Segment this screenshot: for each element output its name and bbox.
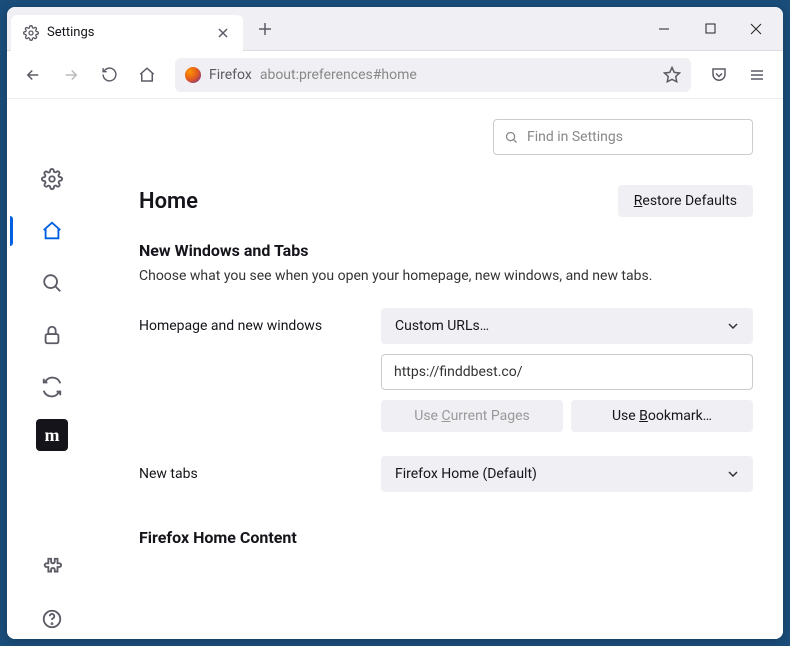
navigation-toolbar: Firefox about:preferences#home [7, 51, 783, 99]
restore-defaults-button[interactable]: Restore Defaults [618, 185, 753, 217]
sidebar-item-sync[interactable] [32, 367, 72, 407]
content-area: m Find in Settings Home Restore Defaults [7, 99, 783, 639]
browser-window: Settings [7, 7, 783, 639]
select-value: Firefox Home (Default) [395, 466, 537, 482]
sidebar-item-privacy[interactable] [32, 315, 72, 355]
sidebar-item-extensions[interactable] [32, 547, 72, 587]
search-placeholder: Find in Settings [527, 129, 623, 145]
home-button[interactable] [131, 59, 163, 91]
back-button[interactable] [17, 59, 49, 91]
section-description: Choose what you see when you open your h… [139, 268, 753, 284]
use-bookmark-button[interactable]: Use Bookmark… [571, 400, 753, 432]
minimize-button[interactable] [641, 13, 687, 45]
close-button[interactable] [733, 13, 779, 45]
find-in-settings-input[interactable]: Find in Settings [493, 119, 753, 155]
window-controls [641, 13, 779, 45]
sidebar-item-home[interactable] [32, 211, 72, 251]
maximize-button[interactable] [687, 13, 733, 45]
firefox-icon [185, 67, 201, 83]
newtabs-mode-select[interactable]: Firefox Home (Default) [381, 456, 753, 492]
reload-button[interactable] [93, 59, 125, 91]
page-title: Home [139, 189, 198, 214]
close-icon[interactable] [215, 25, 231, 41]
sidebar-item-more-mozilla[interactable]: m [36, 419, 68, 451]
new-tab-button[interactable] [251, 15, 279, 43]
chevron-down-icon [727, 468, 739, 480]
section-title-2: Firefox Home Content [139, 528, 753, 547]
urlbar-url: about:preferences#home [260, 67, 655, 83]
use-current-pages-button: Use Current Pages [381, 400, 563, 432]
sidebar-item-general[interactable] [32, 159, 72, 199]
preferences-main: Find in Settings Home Restore Defaults N… [97, 99, 783, 639]
section-title: New Windows and Tabs [139, 241, 753, 260]
tab-strip: Settings [7, 7, 783, 51]
bookmark-star-icon[interactable] [663, 66, 681, 84]
homepage-label: Homepage and new windows [139, 318, 369, 334]
search-icon [504, 130, 519, 145]
pocket-button[interactable] [703, 59, 735, 91]
browser-tab[interactable]: Settings [11, 15, 243, 51]
chevron-down-icon [727, 320, 739, 332]
forward-button [55, 59, 87, 91]
select-value: Custom URLs… [395, 318, 489, 334]
preferences-sidebar: m [7, 99, 97, 639]
sidebar-item-help[interactable] [32, 599, 72, 639]
newtabs-label: New tabs [139, 466, 369, 482]
app-menu-button[interactable] [741, 59, 773, 91]
homepage-mode-select[interactable]: Custom URLs… [381, 308, 753, 344]
homepage-url-input[interactable] [381, 354, 753, 390]
tab-title: Settings [47, 25, 207, 40]
sidebar-item-search[interactable] [32, 263, 72, 303]
url-bar[interactable]: Firefox about:preferences#home [175, 58, 691, 92]
urlbar-identity: Firefox [209, 67, 252, 83]
gear-icon [23, 25, 39, 41]
